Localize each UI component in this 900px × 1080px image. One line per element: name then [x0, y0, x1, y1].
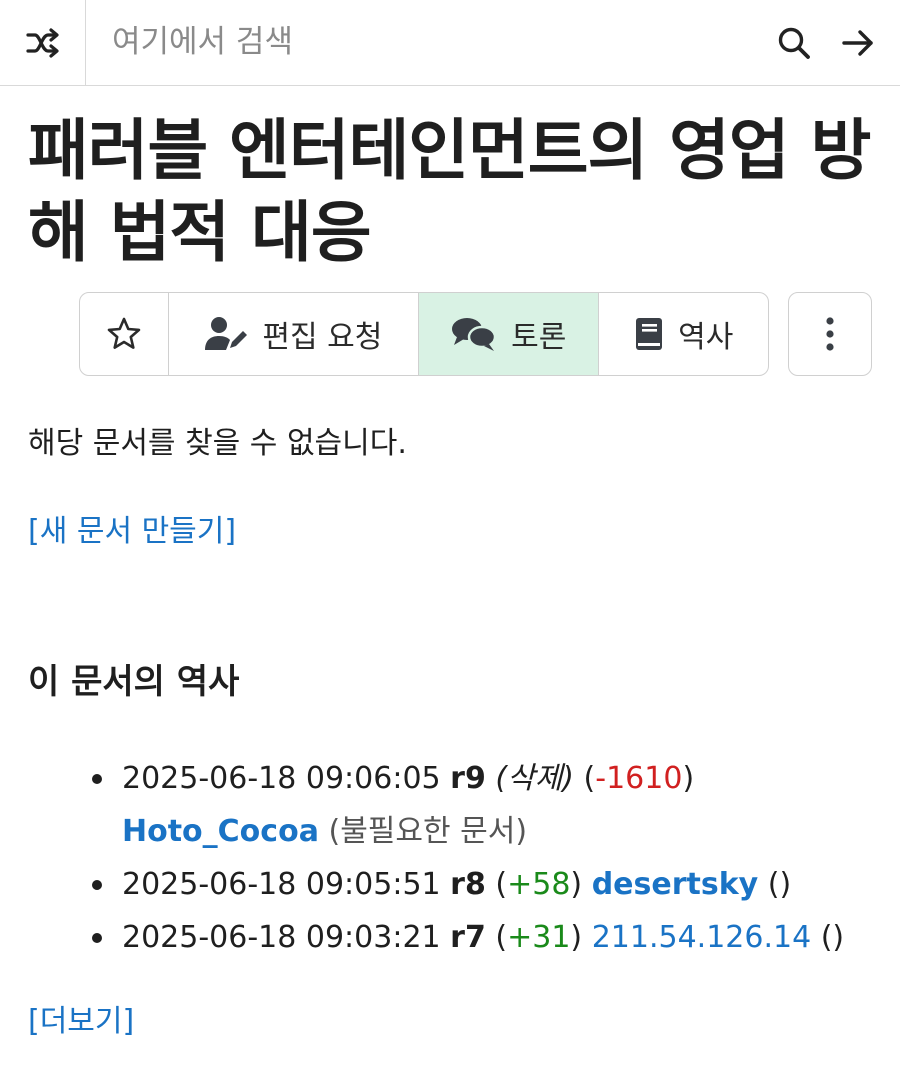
history-heading: 이 문서의 역사 [28, 662, 240, 702]
edit-summary: () [767, 867, 792, 902]
edit-summary: (불필요한 문서) [328, 814, 528, 849]
search-button[interactable] [768, 17, 820, 69]
change-amount: -1610 [595, 761, 683, 796]
user-link[interactable]: desertsky [592, 867, 759, 902]
change-open-paren: ( [495, 867, 508, 902]
shuffle-icon [25, 28, 59, 58]
history-datetime: 2025-06-18 09:03:21 [122, 920, 441, 955]
not-found-message: 해당 문서를 찾을 수 없습니다. [28, 426, 407, 461]
change-amount: +58 [507, 867, 571, 902]
page-title: 패러블 엔터테인먼트의 영업 방해 법적 대응 [28, 112, 871, 271]
user-link[interactable]: Hoto_Cocoa [122, 814, 319, 849]
change-amount: +31 [507, 920, 571, 955]
arrow-right-icon [842, 30, 873, 56]
discussion-label: 토론 [511, 320, 567, 355]
history-list: 2025-06-18 09:06:05 r9 (삭제) (-1610) Hoto… [92, 752, 872, 964]
change-open-paren: ( [495, 920, 508, 955]
history-datetime: 2025-06-18 09:06:05 [122, 761, 441, 796]
revision-link[interactable]: r8 [450, 867, 486, 902]
change-close-paren: ) [682, 761, 695, 796]
document-action-toolbar: 편집 요청 토론 역사 [79, 292, 769, 376]
edit-request-label: 편집 요청 [262, 320, 383, 355]
history-item-r8: 2025-06-18 09:05:51 r8 (+58) desertsky (… [92, 858, 872, 911]
history-button[interactable]: 역사 [599, 293, 768, 375]
history-label: 역사 [678, 320, 734, 355]
history-item-r9: 2025-06-18 09:06:05 r9 (삭제) (-1610) Hoto… [92, 752, 872, 858]
change-close-paren: ) [570, 920, 583, 955]
random-document-button[interactable] [0, 0, 86, 86]
change-close-paren: ) [570, 867, 583, 902]
revision-link[interactable]: r7 [450, 920, 486, 955]
vertical-ellipsis-icon [826, 317, 834, 351]
search-icon [778, 27, 810, 59]
more-options-button[interactable] [788, 292, 872, 376]
star-icon [107, 317, 141, 349]
search-input[interactable] [112, 18, 752, 66]
history-datetime: 2025-06-18 09:05:51 [122, 867, 441, 902]
comments-icon [452, 318, 497, 351]
ip-user-link[interactable]: 211.54.126.14 [592, 920, 811, 955]
history-action: (삭제) [495, 761, 574, 796]
book-icon [636, 318, 663, 350]
go-button[interactable] [832, 17, 884, 69]
top-search-bar [0, 0, 900, 86]
create-document-link[interactable]: [새 문서 만들기] [28, 506, 236, 550]
edit-request-button[interactable]: 편집 요청 [169, 293, 420, 375]
more-history-link[interactable]: [더보기] [28, 996, 134, 1040]
revision-link[interactable]: r9 [450, 761, 486, 796]
change-open-paren: ( [583, 761, 596, 796]
edit-summary: () [820, 920, 845, 955]
user-pen-icon [205, 317, 248, 350]
star-button[interactable] [80, 293, 169, 375]
history-item-r7: 2025-06-18 09:03:21 r7 (+31) 211.54.126.… [92, 911, 872, 964]
discussion-button[interactable]: 토론 [419, 293, 600, 375]
